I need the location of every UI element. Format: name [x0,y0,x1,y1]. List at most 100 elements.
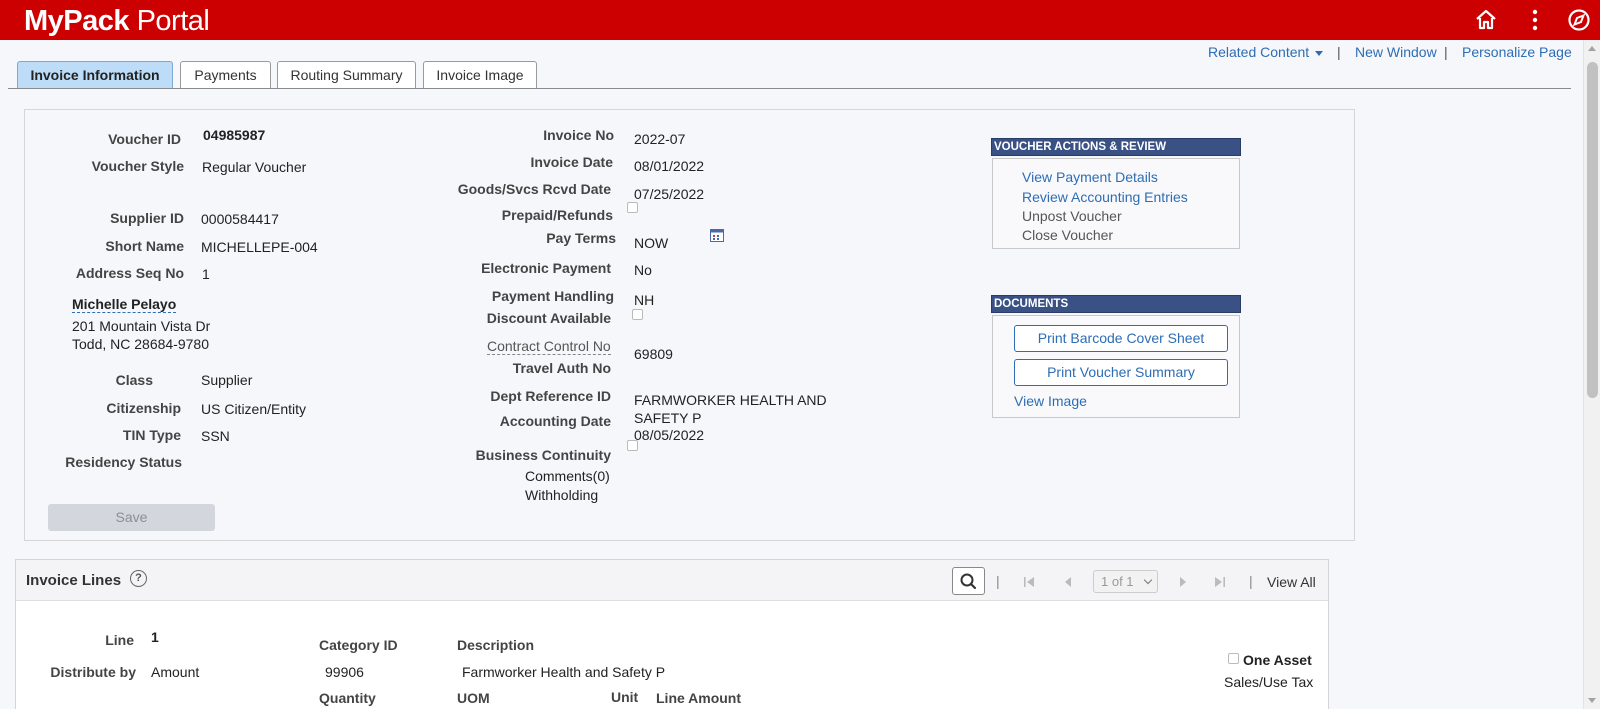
line-value: 1 [151,629,159,645]
pay-terms-value: NOW [634,235,669,251]
compass-icon[interactable] [1567,8,1591,32]
prepaid-refunds-label: Prepaid/Refunds [501,207,613,223]
save-button[interactable]: Save [48,504,215,531]
review-accounting-entries-link[interactable]: Review Accounting Entries [1022,189,1188,205]
payment-handling-value: NH [634,292,655,308]
separator: | [996,573,1000,589]
category-id-label: Category ID [319,637,398,653]
line-label: Line [105,632,134,648]
quantity-label: Quantity [319,690,376,706]
invoice-no-label: Invoice No [543,127,614,143]
view-image-link[interactable]: View Image [1014,393,1087,409]
invoice-date-label: Invoice Date [530,154,613,170]
related-content-link[interactable]: Related Content [1208,44,1324,60]
help-icon[interactable]: ? [130,570,147,587]
scroll-thumb[interactable] [1587,62,1598,398]
print-voucher-summary-button[interactable]: Print Voucher Summary [1014,359,1228,386]
tab-payments[interactable]: Payments [180,61,271,89]
search-button[interactable] [952,567,985,595]
tab-invoice-image[interactable]: Invoice Image [423,61,537,89]
first-page-icon[interactable] [1023,575,1035,591]
discount-available-label: Discount Available [486,310,611,326]
brand-logo[interactable]: MyPack Portal [24,4,210,38]
print-barcode-cover-sheet-button[interactable]: Print Barcode Cover Sheet [1014,325,1228,352]
caret-down-icon [1315,50,1324,56]
electronic-payment-label: Electronic Payment [481,260,611,276]
separator: | [1249,573,1253,589]
comments-link[interactable]: Comments(0) [525,468,610,484]
next-page-icon[interactable] [1178,575,1188,591]
scroll-up-arrow-icon[interactable] [1588,46,1596,51]
payment-handling-label: Payment Handling [491,288,614,304]
personalize-page-link[interactable]: Personalize Page [1462,44,1572,60]
supplier-name-link[interactable]: Michelle Pelayo [72,296,177,313]
vertical-dots-icon[interactable] [1523,8,1547,32]
invoice-lines-panel: Invoice Lines ? | 1 of 1 | View All [15,559,1329,709]
scroll-down-arrow-icon[interactable] [1588,698,1596,703]
business-continuity-checkbox[interactable] [627,440,638,451]
sales-use-tax-link[interactable]: Sales/Use Tax [1224,674,1313,690]
new-window-link[interactable]: New Window [1355,44,1437,60]
discount-available-checkbox[interactable] [632,309,643,320]
page-selector[interactable]: 1 of 1 [1093,570,1158,593]
home-icon[interactable] [1474,8,1498,32]
goods-rcvd-label: Goods/Svcs Rcvd Date [457,181,611,197]
dept-reference-label: Dept Reference ID [490,388,611,404]
pay-terms-label: Pay Terms [546,230,616,246]
accounting-date-label: Accounting Date [499,413,611,429]
class-label: Class [115,372,153,388]
page-selector-value: 1 of 1 [1101,574,1134,589]
citizenship-label: Citizenship [106,400,181,416]
invoice-no-value: 2022-07 [634,131,686,147]
category-id-value: 99906 [325,664,364,680]
invoice-lines-title: Invoice Lines [26,572,122,589]
tin-type-value: SSN [201,428,230,444]
goods-rcvd-value: 07/25/2022 [634,186,705,202]
citizenship-value: US Citizen/Entity [201,401,307,417]
close-voucher-item: Close Voucher [1022,227,1114,243]
view-all-link[interactable]: View All [1267,574,1316,590]
voucher-id-label: Voucher ID [108,131,181,147]
tab-invoice-information[interactable]: Invoice Information [17,61,173,89]
tab-routing-summary[interactable]: Routing Summary [277,61,416,89]
voucher-style-value: Regular Voucher [202,159,307,175]
unit-price-label: Unit [611,689,639,705]
contract-control-label[interactable]: Contract Control No [487,338,611,355]
one-asset-checkbox[interactable] [1228,653,1239,664]
unpost-voucher-item: Unpost Voucher [1022,208,1122,224]
tab-divider [8,88,1571,89]
address-seq-label: Address Seq No [75,265,184,281]
class-value: Supplier [201,372,253,388]
voucher-actions-header: VOUCHER ACTIONS & REVIEW [991,138,1241,156]
prepaid-refunds-checkbox[interactable] [627,202,638,213]
voucher-style-label: Voucher Style [91,158,184,174]
distribute-by-label: Distribute by [50,664,136,680]
calendar-lookup-icon[interactable] [710,228,724,242]
tin-type-label: TIN Type [122,427,181,443]
related-content-label: Related Content [1208,44,1310,60]
withholding-link[interactable]: Withholding [525,487,598,503]
address-seq-value: 1 [202,266,210,282]
supplier-id-label: Supplier ID [110,210,184,226]
uom-label: UOM [457,690,490,706]
travel-auth-value: 69809 [634,346,673,362]
electronic-payment-value: No [634,262,652,278]
separator: | [1337,44,1341,60]
description-label: Description [457,637,535,653]
supplier-id-value: 0000584417 [201,211,279,227]
separator: | [1444,44,1448,60]
top-banner: MyPack Portal [0,0,1600,40]
search-icon [960,573,977,590]
dept-reference-line-1: FARMWORKER HEALTH AND [634,392,827,408]
previous-page-icon[interactable] [1063,575,1073,591]
invoice-lines-header: Invoice Lines ? | 1 of 1 | View All [16,560,1328,601]
brand-rest: Portal [129,5,210,37]
one-asset-label: One Asset [1243,652,1312,668]
short-name-label: Short Name [105,238,184,254]
vertical-scrollbar[interactable] [1583,40,1600,709]
view-payment-details-link[interactable]: View Payment Details [1022,169,1158,185]
line-amount-label: Line Amount [656,690,742,706]
voucher-id-value: 04985987 [203,127,266,143]
travel-auth-label: Travel Auth No [512,360,611,376]
last-page-icon[interactable] [1214,575,1226,591]
